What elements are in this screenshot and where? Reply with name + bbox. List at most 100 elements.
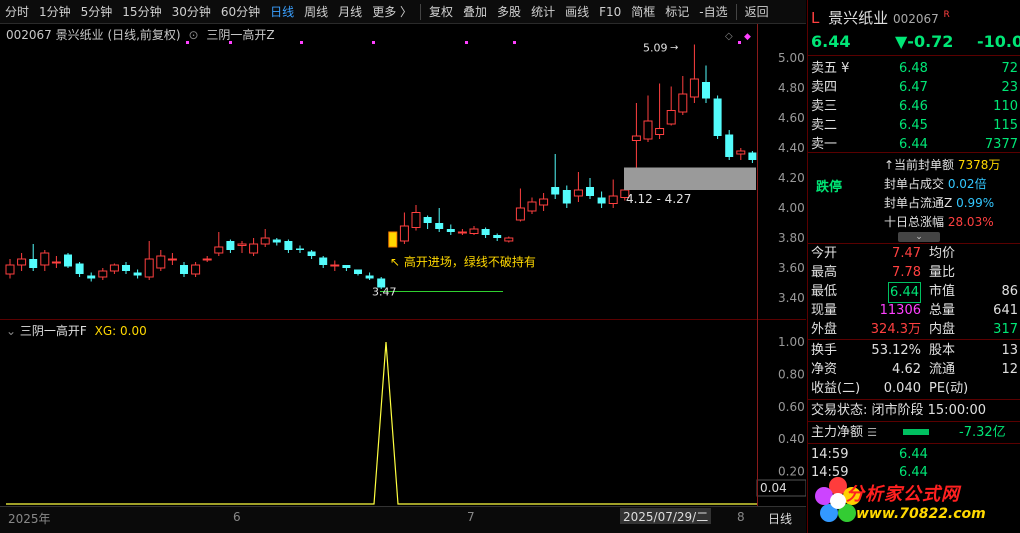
chart-title: 002067 景兴纸业 (日线,前复权) ⊙ 三阴一高开Z: [6, 26, 275, 43]
stat-label: 今开: [811, 246, 838, 261]
candle-body: [608, 195, 618, 204]
candle-body: [354, 269, 362, 274]
candle-body: [260, 237, 270, 245]
sub-axis-label: 1.00: [778, 335, 805, 349]
candle-body: [191, 264, 201, 275]
candle-body: [319, 257, 328, 265]
toolbar-button-8[interactable]: 月线: [333, 0, 367, 24]
limit-status: 跌停: [816, 178, 856, 197]
stat-label-right: 总量: [929, 303, 956, 318]
toolbar-button-14[interactable]: 画线: [560, 0, 594, 24]
stat-value: 6.44: [888, 282, 921, 303]
list-icon[interactable]: ☰: [867, 426, 877, 439]
toolbar-separator: [420, 3, 422, 20]
toolbar-button-5[interactable]: 60分钟: [216, 0, 265, 24]
high-arrow: →: [670, 43, 678, 54]
candle-body: [573, 189, 583, 197]
candle-body: [156, 255, 166, 269]
stat2-label: 换手: [811, 343, 838, 358]
time-axis: 2025年 6 7 2025/07/29/二 8 日线: [0, 506, 806, 533]
toolbar-button-0[interactable]: 分时: [0, 0, 34, 24]
stat-row: 最低 6.44 市值 86: [811, 282, 1018, 303]
ask-row: 卖三 6.46 110: [811, 97, 1018, 116]
ask-label: 卖二: [811, 118, 838, 133]
price-axis-label: 4.20: [778, 171, 805, 185]
candle-body: [597, 197, 606, 204]
kline-chart[interactable]: 5.00 4.80 4.60 4.40 4.20 4.00 3.80 3.60 3.40 4.12…: [0, 24, 806, 320]
sub-indicator-name[interactable]: 三阴一高开F: [20, 324, 87, 338]
candle-body: [75, 263, 84, 274]
toolbar-button-12[interactable]: 多股: [492, 0, 526, 24]
toolbar-button-19[interactable]: 返回: [740, 0, 774, 24]
stat-label: 现量: [811, 303, 838, 318]
period-label[interactable]: 日线: [768, 510, 792, 527]
toolbar-button-6[interactable]: 日线: [265, 0, 299, 24]
candle-body: [493, 235, 502, 238]
range-label: 4.12 - 4.27: [626, 192, 691, 206]
candle-body: [122, 265, 130, 271]
candle-body: [643, 120, 653, 140]
toolbar-button-3[interactable]: 15分钟: [117, 0, 166, 24]
price-row: 6.44 ▼-0.72 -10.0: [811, 32, 1020, 51]
ask-price: 6.47: [899, 80, 928, 95]
indicator-toggle-icon[interactable]: ⊙: [188, 28, 198, 42]
toolbar-button-15[interactable]: F10: [594, 0, 626, 24]
stat2-row: 收益(二) 0.040 PE(动): [811, 379, 1018, 398]
toolbar-button-18[interactable]: -自选: [694, 0, 732, 24]
sub-axis-label: 0.04: [760, 481, 787, 495]
candle-body: [64, 254, 72, 267]
toolbar-button-17[interactable]: 标记: [660, 0, 694, 24]
collapse-chevron-icon[interactable]: ⌄: [898, 232, 940, 242]
stat-label-right: 内盘: [929, 322, 956, 337]
candle-body: [702, 82, 710, 99]
seal-label: 封单占成交: [884, 177, 945, 191]
candle-body: [666, 110, 676, 125]
candle-body: [539, 198, 549, 206]
toolbar-button-1[interactable]: 1分钟: [34, 0, 76, 24]
seal-row: 封单占流通Z 0.99%: [884, 194, 1018, 213]
stat-label-right: 量比: [929, 265, 956, 280]
toolbar-button-7[interactable]: 周线: [299, 0, 333, 24]
seal-row: 十日总涨幅 28.03%: [884, 213, 1018, 232]
toolbar-button-11[interactable]: 叠加: [458, 0, 492, 24]
seal-row: 封单占成交 0.02倍: [884, 175, 1018, 194]
candle-body: [109, 264, 119, 272]
indicator-chart[interactable]: 1.00 0.80 0.60 0.40 0.20 0.04: [0, 320, 807, 506]
ask-row: 卖二 6.45 115: [811, 116, 1018, 135]
candle-body: [411, 212, 421, 228]
sub-axis-label: 0.80: [778, 367, 805, 381]
candle-body: [689, 78, 699, 98]
price-axis-label: 4.00: [778, 201, 805, 215]
ask-price: 6.45: [899, 118, 928, 133]
stat-row: 今开 7.47 均价: [811, 244, 1018, 263]
range-box: [624, 167, 756, 190]
candle-body: [296, 248, 304, 250]
stat2-value-right: 13: [1001, 343, 1018, 358]
candle-body: [678, 93, 688, 113]
candle-body: [515, 207, 525, 221]
stat-value-right: 86: [1001, 284, 1018, 299]
price-axis-label: 3.40: [778, 291, 805, 305]
divider: [808, 55, 1020, 56]
toolbar-button-13[interactable]: 统计: [526, 0, 560, 24]
seal-row: ↑当前封单额 7378万: [884, 156, 1018, 175]
toolbar-button-16[interactable]: 简框: [626, 0, 660, 24]
chart-indicator-name[interactable]: 三阴一高开Z: [206, 28, 274, 42]
axis-month-7: 7: [467, 510, 475, 524]
candle-body: [481, 229, 490, 235]
toolbar-button-9[interactable]: 更多 〉: [367, 0, 417, 24]
candle-body: [446, 229, 455, 232]
price-axis-label: 4.60: [778, 111, 805, 125]
period-toolbar: 分时 1分钟 5分钟 15分钟 30分钟 60分钟 日线 周线 月线 更多 〉复权 叠加 多股 统计 画线…: [0, 0, 806, 24]
tick-price: 6.44: [899, 447, 928, 462]
toolbar-button-4[interactable]: 30分钟: [167, 0, 216, 24]
watermark-name: 分析家公式网: [846, 484, 960, 505]
toolbar-button-2[interactable]: 5分钟: [76, 0, 118, 24]
sub-dropdown-icon[interactable]: ⌄: [6, 324, 16, 338]
price-axis-label: 4.80: [778, 81, 805, 95]
axis-month-8: 8: [737, 510, 745, 524]
toolbar-button-10[interactable]: 复权: [424, 0, 458, 24]
stat2-label-right: 股本: [929, 343, 956, 358]
event-marker: [372, 41, 375, 44]
candle-body: [226, 241, 235, 250]
